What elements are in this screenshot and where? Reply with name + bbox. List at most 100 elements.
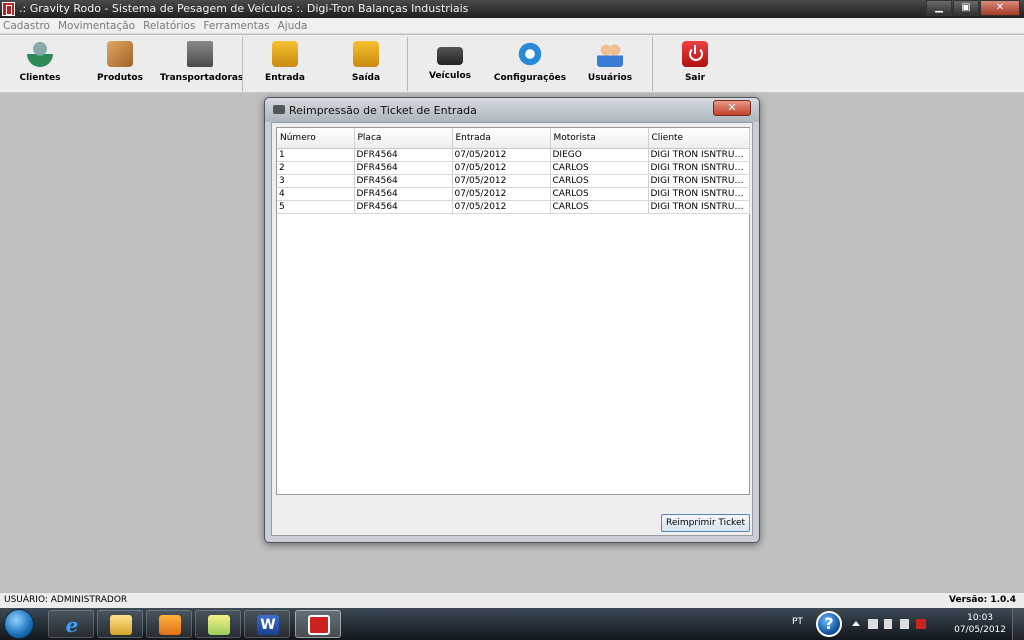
sair-icon: [682, 41, 708, 67]
taskbar-media-player[interactable]: [146, 610, 192, 638]
windows-taskbar: e W PT ? 10:03 07/05/2012: [0, 608, 1024, 640]
cell-numero: 4: [277, 187, 355, 201]
help-icon[interactable]: ?: [816, 611, 842, 637]
cell-cliente: DIGI TRON ISNTRUME...: [648, 187, 750, 201]
volume-icon[interactable]: [884, 619, 892, 629]
transportadoras-label: Transportadoras: [160, 73, 244, 83]
veiculos-label: Veículos: [428, 71, 472, 81]
taskbar-internet-explorer[interactable]: e: [48, 610, 94, 638]
column-header-cliente[interactable]: Cliente: [648, 128, 750, 149]
produtos-button[interactable]: Produtos: [80, 39, 160, 89]
show-hidden-icons-icon[interactable]: [852, 621, 860, 626]
saida-icon: [353, 41, 379, 67]
word-icon: W: [257, 615, 279, 635]
toolbar-separator: [652, 37, 653, 91]
menu-movimentacao[interactable]: Movimentação: [58, 20, 135, 32]
dialog-close-button[interactable]: ✕: [713, 100, 751, 116]
menu-ajuda[interactable]: Ajuda: [278, 20, 308, 32]
configuracoes-label: Configurações: [493, 73, 567, 83]
tickets-table-container: Número Placa Entrada Motorista Cliente 1…: [276, 127, 750, 495]
cell-entrada: 07/05/2012: [452, 161, 551, 175]
entrada-label: Entrada: [265, 73, 305, 83]
power-icon[interactable]: [916, 619, 926, 629]
usuarios-icon: [597, 41, 623, 67]
dialog-title: Reimpressão de Ticket de Entrada: [289, 104, 477, 117]
close-window-button[interactable]: ✕: [980, 0, 1020, 16]
cell-placa: DFR4564: [354, 148, 453, 162]
clock-date: 07/05/2012: [954, 625, 1006, 635]
table-row[interactable]: 4 DFR4564 07/05/2012 CARLOS DIGI TRON IS…: [277, 187, 750, 201]
gravity-rodo-app-icon: [308, 615, 330, 635]
window-title: .: Gravity Rodo - Sistema de Pesagem de …: [19, 2, 469, 15]
toolbar-separator: [242, 37, 243, 91]
sair-button[interactable]: Sair: [655, 39, 735, 89]
window-title-bar: .: Gravity Rodo - Sistema de Pesagem de …: [0, 0, 1024, 18]
cell-numero: 3: [277, 174, 355, 188]
transportadoras-button[interactable]: Transportadoras: [160, 39, 244, 89]
cell-motorista: DIEGO: [550, 148, 649, 162]
usuarios-button[interactable]: Usuários: [570, 39, 650, 89]
menu-ferramentas[interactable]: Ferramentas: [203, 20, 269, 32]
media-player-icon: [159, 615, 181, 635]
saida-button[interactable]: Saída: [326, 39, 406, 89]
column-header-motorista[interactable]: Motorista: [550, 128, 649, 149]
menu-cadastro[interactable]: Cadastro: [3, 20, 50, 32]
configuracoes-button[interactable]: Configurações: [490, 39, 570, 89]
reprint-ticket-button[interactable]: Reimprimir Ticket: [661, 514, 750, 532]
truck-icon: [273, 105, 285, 114]
cell-motorista: CARLOS: [550, 174, 649, 188]
start-button-icon[interactable]: [4, 609, 34, 639]
table-row[interactable]: 3 DFR4564 07/05/2012 CARLOS DIGI TRON IS…: [277, 174, 750, 188]
sticky-notes-icon: [208, 615, 230, 635]
cell-numero: 1: [277, 148, 355, 162]
table-row[interactable]: 2 DFR4564 07/05/2012 CARLOS DIGI TRON IS…: [277, 161, 750, 175]
veiculos-icon: [437, 47, 463, 65]
menu-bar: Cadastro Movimentação Relatórios Ferrame…: [0, 18, 1024, 34]
maximize-button[interactable]: ▣: [953, 0, 979, 16]
show-desktop-button[interactable]: [1012, 608, 1024, 640]
reprint-ticket-dialog: Reimpressão de Ticket de Entrada ✕ Númer…: [264, 97, 760, 543]
taskbar-sticky-notes[interactable]: [195, 610, 241, 638]
tickets-table: Número Placa Entrada Motorista Cliente 1…: [277, 128, 750, 214]
taskbar-word[interactable]: W: [244, 610, 290, 638]
veiculos-button[interactable]: Veículos: [410, 39, 490, 89]
action-center-flag-icon[interactable]: [900, 619, 909, 629]
cell-motorista: CARLOS: [550, 161, 649, 175]
language-indicator[interactable]: PT: [792, 617, 803, 627]
entrada-icon: [272, 41, 298, 67]
clientes-button[interactable]: Clientes: [0, 39, 80, 89]
cell-motorista: CARLOS: [550, 200, 649, 214]
cell-entrada: 07/05/2012: [452, 148, 551, 162]
folder-icon: [110, 615, 132, 635]
network-icon[interactable]: [868, 619, 878, 629]
window-controls: ▁ ▣ ✕: [925, 0, 1020, 16]
cell-entrada: 07/05/2012: [452, 187, 551, 201]
minimize-button[interactable]: ▁: [926, 0, 952, 16]
app-logo-icon: [2, 2, 15, 16]
logged-user-label: USUÁRIO: ADMINISTRADOR: [4, 595, 128, 605]
clientes-icon: [27, 41, 53, 67]
transportadoras-icon: [187, 41, 213, 67]
column-header-entrada[interactable]: Entrada: [452, 128, 551, 149]
entrada-button[interactable]: Entrada: [245, 39, 325, 89]
clock-time: 10:03: [967, 613, 994, 623]
taskbar-gravity-rodo[interactable]: [295, 610, 341, 638]
cell-placa: DFR4564: [354, 161, 453, 175]
table-row[interactable]: 5 DFR4564 07/05/2012 CARLOS DIGI TRON IS…: [277, 200, 750, 214]
system-tray: PT ? 10:03 07/05/2012: [784, 608, 1024, 640]
menu-relatorios[interactable]: Relatórios: [143, 20, 195, 32]
cell-placa: DFR4564: [354, 187, 453, 201]
cell-numero: 5: [277, 200, 355, 214]
column-header-numero[interactable]: Número: [277, 128, 355, 149]
table-row[interactable]: 1 DFR4564 07/05/2012 DIEGO DIGI TRON ISN…: [277, 148, 750, 162]
taskbar-clock[interactable]: 10:03 07/05/2012: [954, 612, 1006, 636]
cell-placa: DFR4564: [354, 174, 453, 188]
column-header-placa[interactable]: Placa: [354, 128, 453, 149]
cell-entrada: 07/05/2012: [452, 200, 551, 214]
toolbar-separator: [407, 37, 408, 91]
internet-explorer-icon: e: [65, 613, 79, 637]
cell-entrada: 07/05/2012: [452, 174, 551, 188]
version-label: Versão: 1.0.4: [949, 595, 1016, 605]
taskbar-file-explorer[interactable]: [97, 610, 143, 638]
cell-placa: DFR4564: [354, 200, 453, 214]
